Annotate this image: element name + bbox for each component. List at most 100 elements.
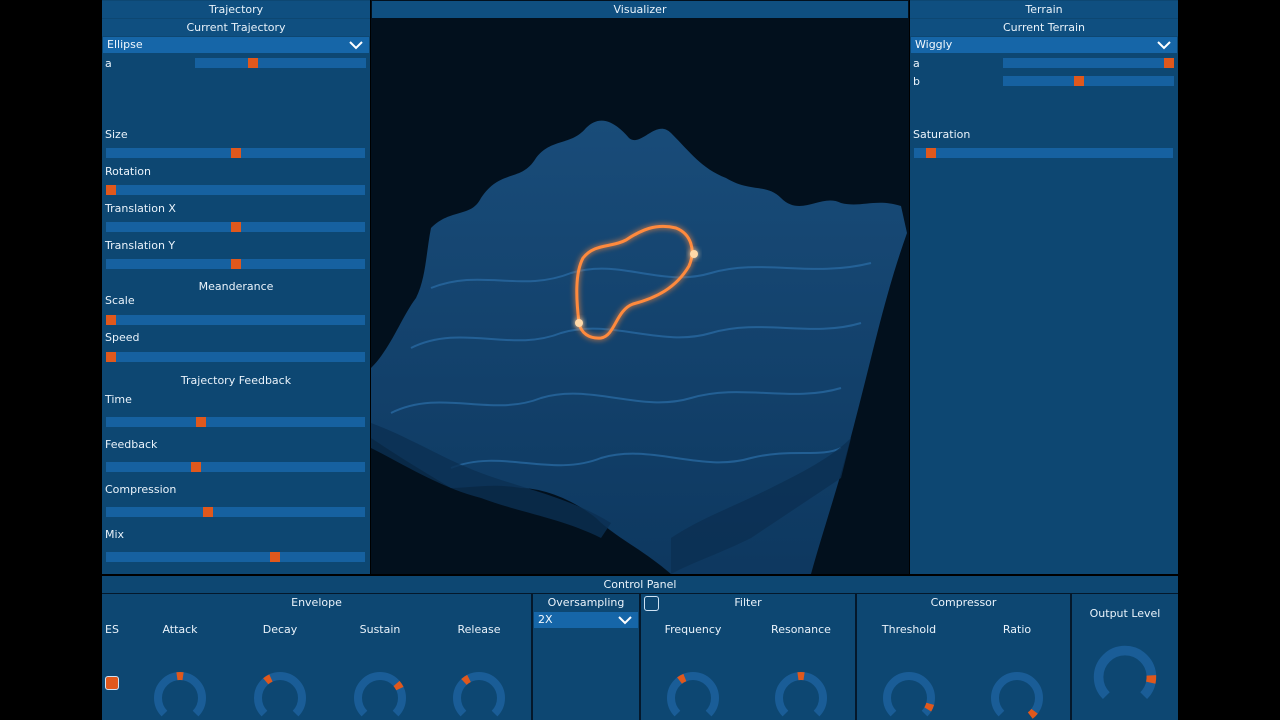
envelope-section: Envelope ES Attack Decay Sustain Release	[102, 594, 531, 720]
terrain-b-slider[interactable]	[1003, 76, 1174, 86]
resonance-knob[interactable]	[771, 668, 831, 720]
knob-ring	[775, 672, 827, 717]
output-level-label: Output Level	[1089, 607, 1161, 620]
oversampling-select-value: 2X	[538, 613, 553, 626]
filter-title: Filter	[734, 596, 762, 609]
slider-thumb[interactable]	[106, 185, 116, 195]
filter-section: Filter Frequency Resonance	[641, 594, 855, 720]
terrain-a-label: a	[913, 57, 920, 70]
oversampling-section: Oversampling 2X	[533, 594, 639, 720]
slider-thumb[interactable]	[231, 222, 241, 232]
attack-knob[interactable]	[150, 668, 210, 720]
slider-thumb[interactable]	[231, 148, 241, 158]
frequency-label: Frequency	[664, 623, 722, 636]
trajectory-point-icon	[575, 319, 583, 327]
release-label: Release	[457, 623, 501, 636]
time-slider[interactable]	[106, 417, 365, 427]
knob-indicator	[393, 680, 404, 691]
ratio-knob[interactable]	[987, 668, 1047, 720]
meanderance-title: Meanderance	[198, 280, 274, 293]
visualizer-title: Visualizer	[372, 1, 908, 18]
terrain-select[interactable]: Wiggly	[911, 37, 1177, 53]
rotation-slider[interactable]	[106, 185, 365, 195]
knob-ring	[154, 672, 206, 717]
threshold-knob[interactable]	[879, 668, 939, 720]
mix-label: Mix	[105, 528, 125, 541]
knob-ring	[991, 672, 1043, 717]
translation-x-label: Translation X	[105, 202, 176, 215]
trajectory-point-icon	[690, 250, 698, 258]
trajectory-select-value: Ellipse	[107, 38, 143, 51]
current-terrain-label: Current Terrain	[910, 19, 1178, 36]
compression-label: Compression	[105, 483, 177, 496]
visualizer-panel[interactable]: Visualizer	[371, 0, 909, 574]
size-label: Size	[105, 128, 128, 141]
slider-thumb[interactable]	[1164, 58, 1174, 68]
attack-label: Attack	[162, 623, 198, 636]
slider-thumb[interactable]	[106, 315, 116, 325]
slider-thumb[interactable]	[248, 58, 258, 68]
trajectory-select[interactable]: Ellipse	[103, 37, 369, 53]
terrain-surface	[371, 120, 907, 574]
es-label: ES	[105, 623, 119, 636]
compressor-section: Compressor Threshold Ratio	[857, 594, 1070, 720]
translation-y-label: Translation Y	[105, 239, 176, 252]
resonance-label: Resonance	[771, 623, 831, 636]
feedback-label: Feedback	[105, 438, 158, 451]
slider-thumb[interactable]	[926, 148, 936, 158]
knob-ring	[254, 672, 306, 717]
control-panel: Control Panel Envelope ES Attack Decay S…	[102, 576, 1178, 720]
oversampling-select[interactable]: 2X	[534, 612, 638, 628]
current-trajectory-label: Current Trajectory	[102, 19, 370, 36]
terrain-panel-title: Terrain	[910, 1, 1178, 18]
chevron-down-icon	[349, 41, 363, 50]
knob-indicator	[677, 673, 687, 684]
speed-slider[interactable]	[106, 352, 365, 362]
knob-indicator	[263, 674, 273, 685]
es-toggle[interactable]	[105, 676, 119, 690]
param-a-slider[interactable]	[195, 58, 366, 68]
slider-thumb[interactable]	[1074, 76, 1084, 86]
decay-label: Decay	[262, 623, 298, 636]
translation-x-slider[interactable]	[106, 222, 365, 232]
chevron-down-icon	[1157, 41, 1171, 50]
rotation-label: Rotation	[105, 165, 152, 178]
scale-slider[interactable]	[106, 315, 365, 325]
terrain-a-slider[interactable]	[1003, 58, 1174, 68]
speed-label: Speed	[105, 331, 140, 344]
trajectory-panel: Trajectory Current Trajectory Ellipse a …	[102, 0, 370, 574]
slider-thumb[interactable]	[106, 352, 116, 362]
terrain-visualization[interactable]	[371, 18, 909, 574]
release-knob[interactable]	[449, 668, 509, 720]
mix-slider[interactable]	[106, 552, 365, 562]
knob-ring	[354, 672, 406, 717]
slider-thumb[interactable]	[191, 462, 201, 472]
frequency-knob[interactable]	[663, 668, 723, 720]
translation-y-slider[interactable]	[106, 259, 365, 269]
ratio-label: Ratio	[1002, 623, 1032, 636]
size-slider[interactable]	[106, 148, 365, 158]
saturation-slider[interactable]	[914, 148, 1173, 158]
envelope-title: Envelope	[291, 596, 342, 609]
scale-label: Scale	[105, 294, 135, 307]
sustain-label: Sustain	[359, 623, 401, 636]
terrain-panel: Terrain Current Terrain Wiggly a b Satur…	[910, 0, 1178, 574]
terrain-select-value: Wiggly	[915, 38, 953, 51]
sustain-knob[interactable]	[350, 668, 410, 720]
feedback-slider[interactable]	[106, 462, 365, 472]
threshold-label: Threshold	[881, 623, 937, 636]
knob-indicator	[1027, 708, 1038, 719]
output-level-section: Output Level	[1072, 594, 1178, 720]
slider-thumb[interactable]	[231, 259, 241, 269]
knob-ring	[453, 672, 505, 717]
compression-slider[interactable]	[106, 507, 365, 517]
slider-thumb[interactable]	[270, 552, 280, 562]
trajectory-panel-title: Trajectory	[102, 1, 370, 18]
terrain-b-label: b	[913, 75, 920, 88]
output-level-knob[interactable]	[1089, 641, 1161, 713]
slider-thumb[interactable]	[203, 507, 213, 517]
saturation-label: Saturation	[913, 128, 971, 141]
slider-thumb[interactable]	[196, 417, 206, 427]
decay-knob[interactable]	[250, 668, 310, 720]
knob-ring	[667, 672, 719, 717]
